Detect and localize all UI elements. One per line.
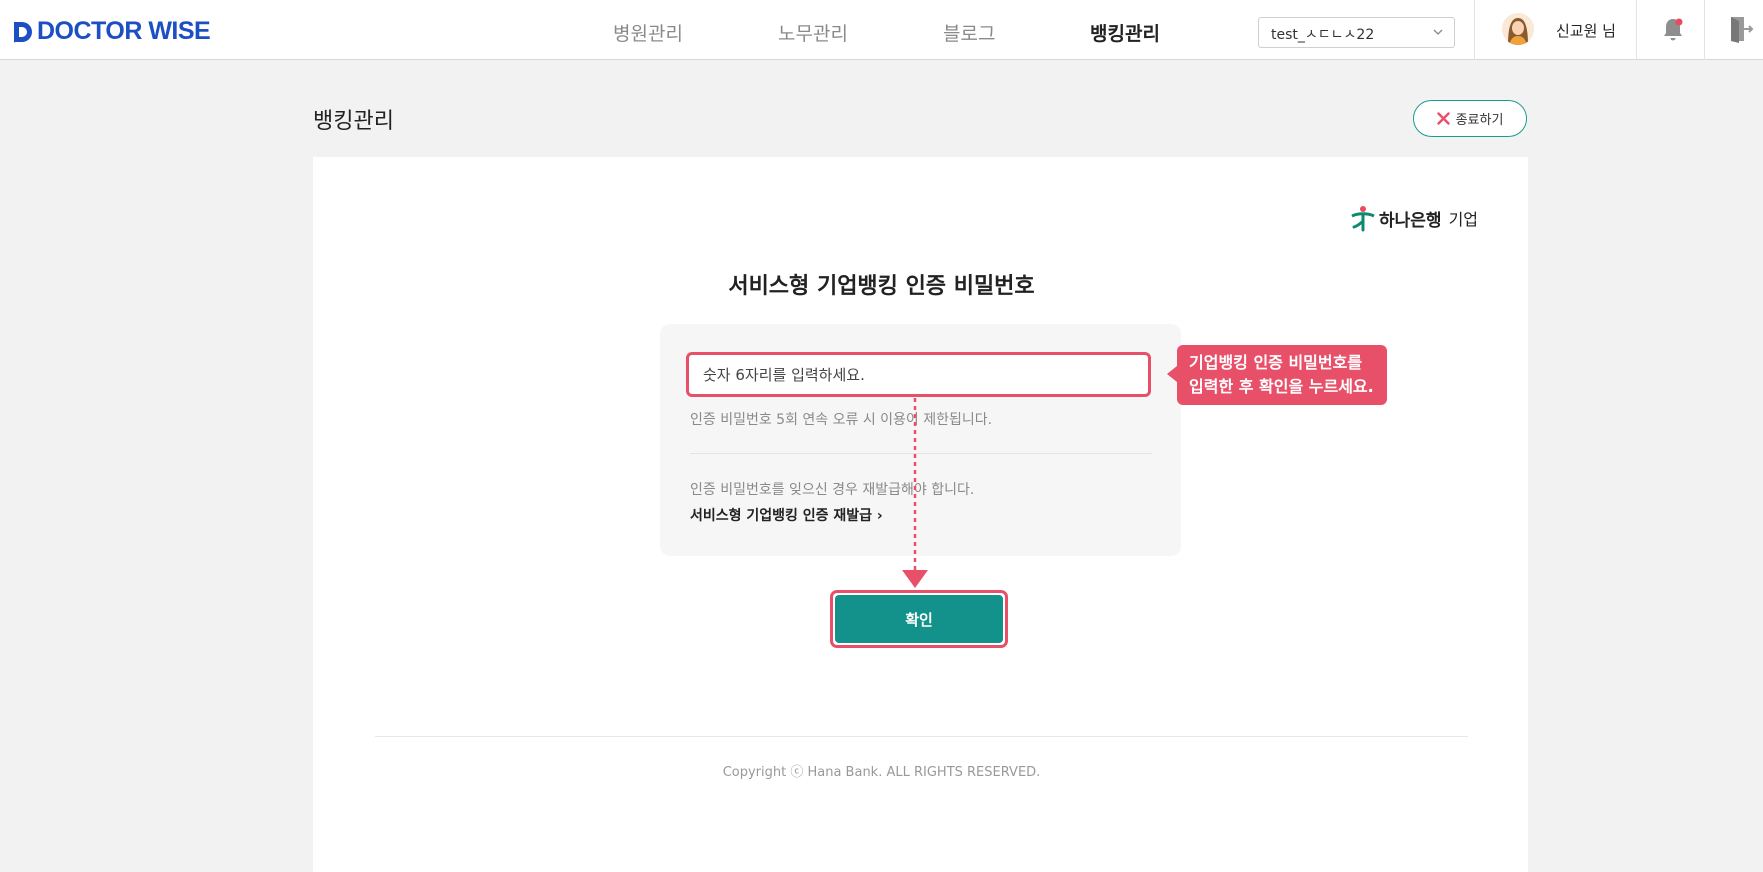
header-divider <box>1636 0 1637 60</box>
guide-arrow-icon <box>902 398 928 588</box>
confirm-highlight: 확인 <box>830 590 1008 648</box>
reissue-link[interactable]: 서비스형 기업뱅킹 인증 재발급 › <box>690 505 883 525</box>
bank-type: 기업 <box>1448 210 1479 229</box>
doctor-wise-logo[interactable]: DOCTOR WISE <box>12 17 211 46</box>
footer-divider <box>375 736 1468 737</box>
chevron-down-icon <box>1433 29 1443 35</box>
page-title: 뱅킹관리 <box>313 109 394 134</box>
header-divider <box>1474 0 1475 60</box>
nav-item-blog[interactable]: 블로그 <box>943 19 995 46</box>
hana-bank-emblem-icon <box>1351 206 1375 232</box>
tooltip-line-2: 입력한 후 확인을 누르세요. <box>1189 377 1374 396</box>
bell-icon[interactable] <box>1661 16 1685 42</box>
site-select[interactable]: test_ㅅㄷㄴㅅ22 <box>1258 17 1455 48</box>
site-select-value: test_ㅅㄷㄴㅅ22 <box>1271 27 1375 43</box>
bank-name: 하나은행 <box>1379 210 1442 231</box>
copyright-text: Copyright ⓒ Hana Bank. ALL RIGHTS RESERV… <box>722 765 1041 780</box>
confirm-button[interactable]: 확인 <box>835 595 1003 643</box>
logo-d-icon <box>14 21 32 43</box>
close-button-label: 종료하기 <box>1455 113 1504 128</box>
tooltip-line-1: 기업뱅킹 인증 비밀번호를 <box>1189 353 1363 372</box>
close-button[interactable]: 종료하기 <box>1413 100 1527 137</box>
close-icon <box>1436 112 1450 125</box>
nav-item-hospital[interactable]: 병원관리 <box>613 19 683 46</box>
avatar-icon <box>1502 13 1534 45</box>
error-limit-hint: 인증 비밀번호 5회 연속 오류 시 이용이 제한됩니다. <box>690 412 993 428</box>
password-input[interactable] <box>686 352 1151 397</box>
top-header: DOCTOR WISE 병원관리 노무관리 블로그 뱅킹관리 test_ㅅㄷㄴㅅ… <box>0 0 1763 60</box>
guide-tooltip: 기업뱅킹 인증 비밀번호를 입력한 후 확인을 누르세요. <box>1167 345 1387 405</box>
form-heading: 서비스형 기업뱅킹 인증 비밀번호 <box>728 274 1035 299</box>
header-divider <box>1704 0 1705 60</box>
user-name: 신교원 님 <box>1556 22 1616 40</box>
user-avatar[interactable] <box>1502 13 1534 45</box>
logo-text: DOCTOR WISE <box>37 17 211 45</box>
nav-item-labor[interactable]: 노무관리 <box>778 19 848 46</box>
logout-icon[interactable] <box>1728 15 1754 43</box>
hana-bank-logo: 하나은행 기업 <box>1350 204 1478 232</box>
nav-item-banking[interactable]: 뱅킹관리 <box>1090 19 1160 46</box>
